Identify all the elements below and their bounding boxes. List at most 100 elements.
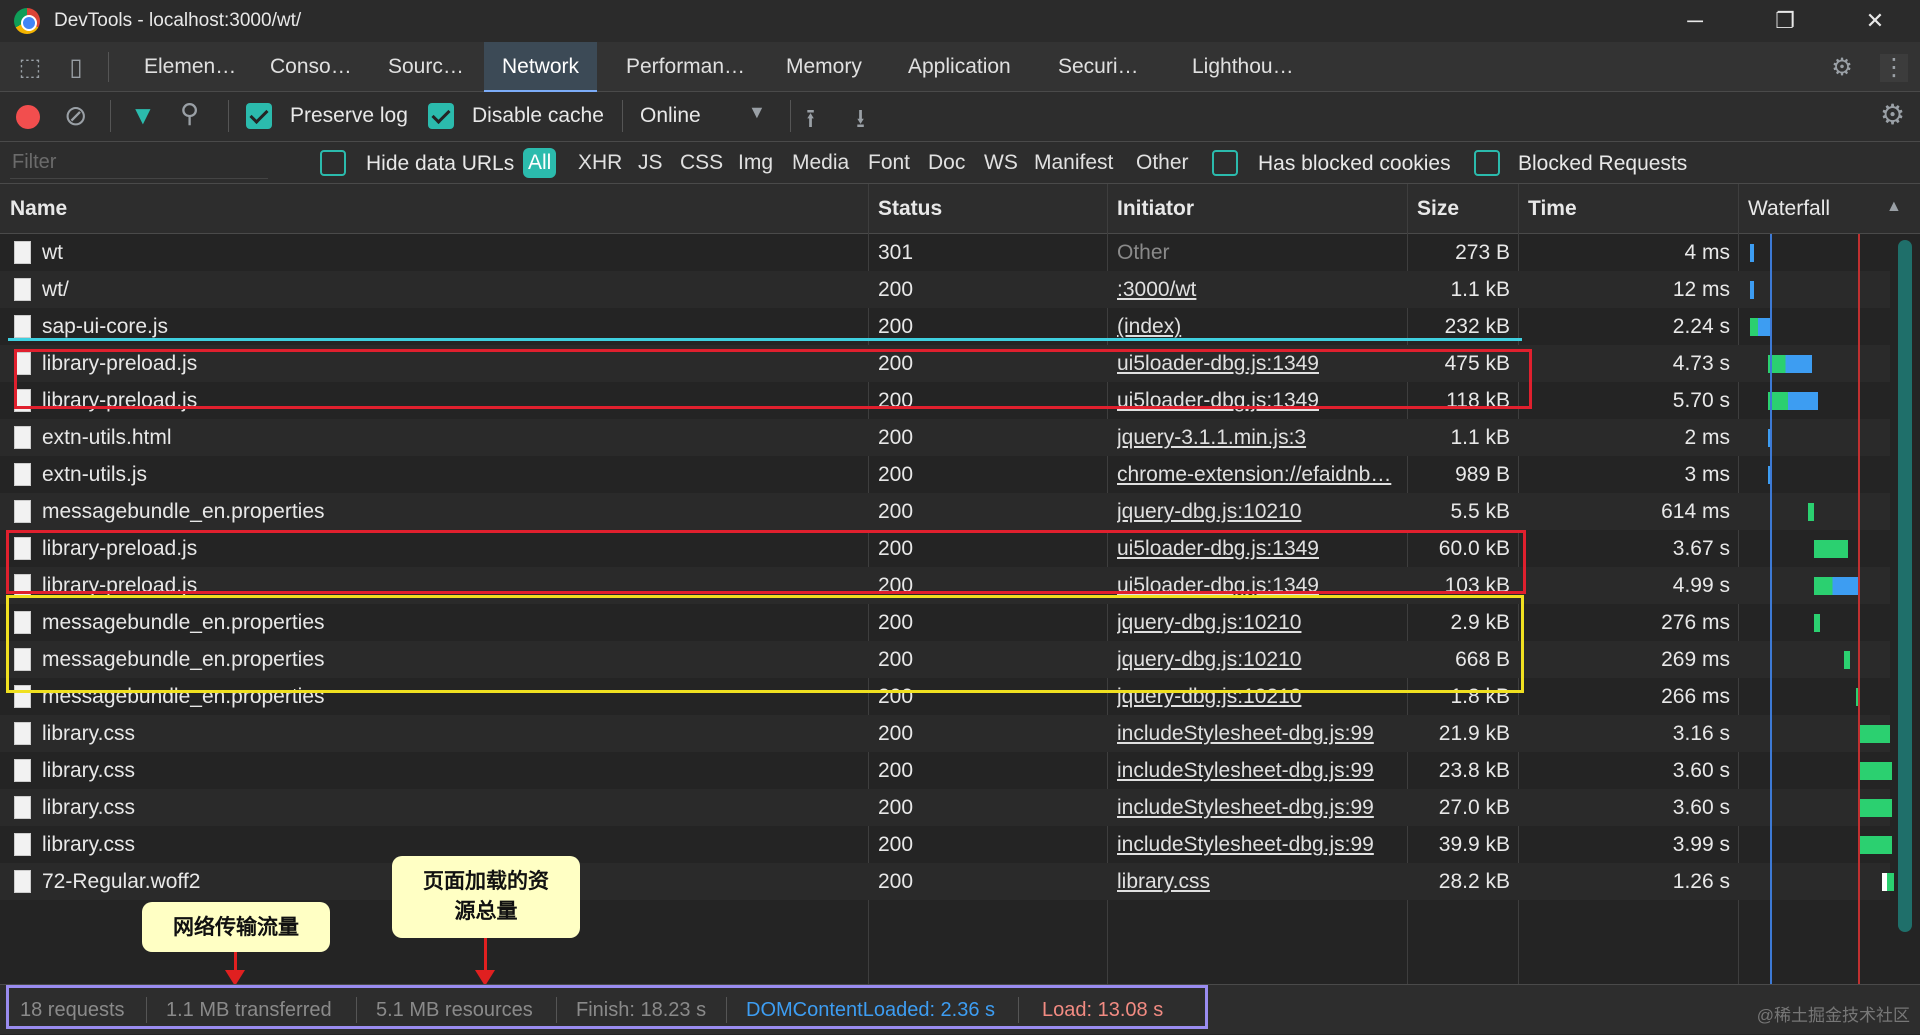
vertical-scrollbar[interactable]	[1898, 240, 1912, 932]
waterfall-bar[interactable]	[1860, 725, 1890, 743]
cell-initiator[interactable]: ui5loader-dbg.js:1349	[1117, 530, 1399, 567]
tab-elements[interactable]: Elemen…	[126, 42, 254, 92]
table-row[interactable]: library.css 200 includeStylesheet-dbg.js:9…	[0, 752, 1892, 789]
column-header-name[interactable]: Name	[0, 184, 67, 234]
chevron-down-icon[interactable]: ▼	[748, 102, 766, 123]
tab-memory[interactable]: Memory	[768, 42, 880, 92]
cell-status: 301	[878, 241, 914, 264]
waterfall-bar[interactable]	[1808, 503, 1814, 521]
cell-initiator[interactable]: library.css	[1117, 863, 1399, 900]
table-row[interactable]: library-preload.js 200 ui5loader-dbg.js:13…	[0, 345, 1890, 382]
table-row[interactable]: extn-utils.html 200 jquery-3.1.1.min.js:3 1…	[0, 419, 1890, 456]
waterfall-bar[interactable]	[1750, 281, 1754, 299]
table-row[interactable]: library.css 200 includeStylesheet-dbg.js:9…	[0, 715, 1890, 752]
blocked-requests-checkbox[interactable]	[1474, 150, 1500, 176]
filter-input[interactable]: Filter	[10, 145, 268, 179]
type-filter-other[interactable]: Other	[1136, 148, 1189, 178]
table-row[interactable]: wt/200:3000/wt 1.1 kB 12 ms	[0, 271, 1890, 308]
table-row[interactable]: library-preload.js 200 ui5loader-dbg.js:13…	[0, 567, 1890, 604]
column-header-status[interactable]: Status	[868, 184, 942, 234]
cell-initiator[interactable]: jquery-dbg.js:10210	[1117, 493, 1399, 530]
tab-security[interactable]: Securi…	[1040, 42, 1157, 92]
cell-initiator[interactable]: ui5loader-dbg.js:1349	[1117, 382, 1399, 419]
cell-initiator[interactable]: :3000/wt	[1117, 271, 1399, 308]
table-row[interactable]: messagebundle_en.properties 200 jquery-dbg…	[0, 641, 1890, 678]
waterfall-bar[interactable]	[1768, 392, 1818, 410]
tab-sources[interactable]: Sourc…	[370, 42, 482, 92]
tab-application[interactable]: Application	[890, 42, 1029, 92]
filter-icon[interactable]: ▼	[130, 100, 156, 131]
more-menu-icon[interactable]: ⋮	[1880, 54, 1908, 82]
type-filter-ws[interactable]: WS	[984, 148, 1018, 178]
minimize-button[interactable]: ─	[1650, 0, 1740, 42]
type-filter-font[interactable]: Font	[868, 148, 910, 178]
cell-initiator[interactable]: jquery-dbg.js:10210	[1117, 604, 1399, 641]
table-row[interactable]: library-preload.js 200 ui5loader-dbg.js:13…	[0, 382, 1890, 419]
settings-gear-icon[interactable]: ⚙	[1828, 54, 1856, 82]
close-button[interactable]: ✕	[1830, 0, 1920, 42]
table-row[interactable]: 72-Regular.woff2 200 library.css 28.2 kB 1.2…	[0, 863, 1894, 900]
maximize-button[interactable]: ❐	[1740, 0, 1830, 42]
device-toolbar-icon[interactable]: ▯	[62, 54, 90, 82]
cell-initiator[interactable]: includeStylesheet-dbg.js:99	[1117, 789, 1399, 826]
table-row[interactable]: messagebundle_en.properties 200 jquery-dbg…	[0, 493, 1890, 530]
table-row[interactable]: library-preload.js 200 ui5loader-dbg.js:13…	[0, 530, 1890, 567]
export-har-icon[interactable]: ⭳	[856, 100, 865, 144]
column-header-initiator[interactable]: Initiator	[1107, 184, 1194, 234]
type-filter-js[interactable]: JS	[638, 148, 663, 178]
inspect-element-icon[interactable]: ⬚	[16, 54, 44, 82]
tab-lighthouse[interactable]: Lighthou…	[1174, 42, 1312, 92]
waterfall-bar[interactable]	[1814, 614, 1820, 632]
cell-status: 200	[878, 648, 914, 671]
table-row[interactable]: wt 301 Other 273 B 4 ms	[0, 234, 1890, 271]
cell-initiator[interactable]: includeStylesheet-dbg.js:99	[1117, 826, 1399, 863]
waterfall-bar[interactable]	[1882, 873, 1894, 891]
cell-initiator[interactable]: includeStylesheet-dbg.js:99	[1117, 752, 1399, 789]
record-icon[interactable]	[16, 105, 40, 129]
waterfall-bar[interactable]	[1860, 799, 1892, 817]
tab-network[interactable]: Network	[484, 42, 598, 92]
cell-initiator[interactable]: jquery-3.1.1.min.js:3	[1117, 419, 1399, 456]
preserve-log-checkbox[interactable]	[246, 103, 272, 129]
column-header-waterfall[interactable]: Waterfall	[1738, 184, 1830, 234]
waterfall-bar[interactable]	[1844, 651, 1850, 669]
search-icon[interactable]: ⚲	[180, 98, 199, 129]
cell-initiator[interactable]: ui5loader-dbg.js:1349	[1117, 345, 1399, 382]
type-filter-manifest[interactable]: Manifest	[1034, 148, 1113, 178]
type-filter-xhr[interactable]: XHR	[578, 148, 622, 178]
cell-initiator[interactable]: jquery-dbg.js:10210	[1117, 641, 1399, 678]
waterfall-bar[interactable]	[1768, 355, 1812, 373]
table-row[interactable]: extn-utils.js 200 chrome-extension://efaid…	[0, 456, 1890, 493]
tab-performance[interactable]: Performan…	[608, 42, 763, 92]
table-row[interactable]: messagebundle_en.properties 200 jquery-dbg…	[0, 604, 1890, 641]
clear-icon[interactable]: ⊘	[64, 100, 92, 132]
type-filter-all[interactable]: All	[523, 148, 557, 178]
throttling-select[interactable]: Online	[640, 104, 701, 128]
type-filter-media[interactable]: Media	[792, 148, 849, 178]
network-settings-gear-icon[interactable]: ⚙	[1880, 98, 1905, 131]
cell-initiator[interactable]: chrome-extension://efaidnb…	[1117, 456, 1399, 493]
waterfall-bar[interactable]	[1814, 540, 1848, 558]
cell-time: 3.60 s	[1672, 796, 1730, 819]
waterfall-bar[interactable]	[1860, 762, 1892, 780]
waterfall-bar[interactable]	[1814, 577, 1860, 595]
waterfall-bar[interactable]	[1860, 836, 1892, 854]
table-row[interactable]: library.css 200 includeStylesheet-dbg.js:9…	[0, 789, 1892, 826]
type-filter-doc[interactable]: Doc	[928, 148, 965, 178]
cell-initiator[interactable]: ui5loader-dbg.js:1349	[1117, 567, 1399, 604]
disable-cache-checkbox[interactable]	[428, 103, 454, 129]
cell-initiator[interactable]: jquery-dbg.js:10210	[1117, 678, 1399, 715]
type-filter-img[interactable]: Img	[738, 148, 773, 178]
has-blocked-cookies-checkbox[interactable]	[1212, 150, 1238, 176]
waterfall-bar[interactable]	[1750, 318, 1770, 336]
cell-initiator[interactable]: includeStylesheet-dbg.js:99	[1117, 715, 1399, 752]
column-header-size[interactable]: Size	[1407, 184, 1459, 234]
table-row[interactable]: messagebundle_en.properties 200 jquery-dbg…	[0, 678, 1890, 715]
waterfall-bar[interactable]	[1750, 244, 1754, 262]
import-har-icon[interactable]: ⭱	[806, 100, 815, 144]
hide-data-urls-checkbox[interactable]	[320, 150, 346, 176]
type-filter-css[interactable]: CSS	[680, 148, 723, 178]
tab-console[interactable]: Conso…	[252, 42, 370, 92]
table-row[interactable]: library.css 200 includeStylesheet-dbg.js:9…	[0, 826, 1892, 863]
column-header-time[interactable]: Time	[1518, 184, 1577, 234]
